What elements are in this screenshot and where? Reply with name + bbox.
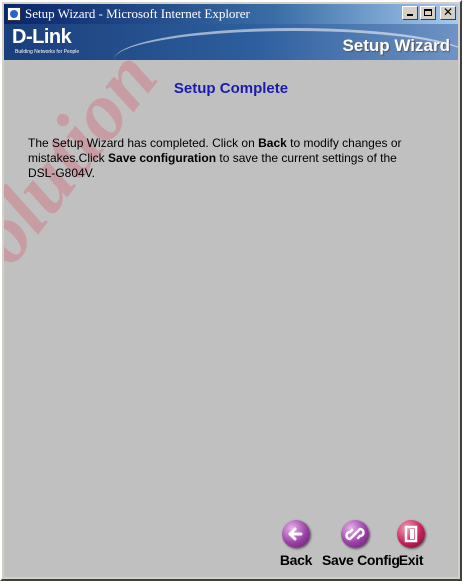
- exit-button[interactable]: Exit: [394, 520, 428, 568]
- exit-label: Exit: [398, 552, 424, 568]
- page-title: Setup Complete: [173, 80, 289, 97]
- maximize-icon: [424, 9, 432, 16]
- message-save-emphasis: Save configuration: [108, 151, 217, 165]
- message-text-1: The Setup Wizard has completed. Click on: [28, 136, 259, 150]
- title-bar[interactable]: Setup Wizard - Microsoft Internet Explor…: [4, 4, 458, 24]
- browser-window: Setup Wizard - Microsoft Internet Explor…: [0, 0, 462, 581]
- dlink-logo: D-Link: [12, 26, 72, 48]
- minimize-button[interactable]: [402, 6, 418, 20]
- back-arrow-icon: [282, 520, 310, 548]
- back-button[interactable]: Back: [278, 520, 314, 568]
- close-button[interactable]: ✕: [440, 5, 456, 20]
- watermark: Adsl Solution: [4, 60, 175, 450]
- header-banner: D-Link Building Networks for People Setu…: [4, 24, 458, 60]
- back-label: Back: [279, 552, 313, 568]
- completion-message: The Setup Wizard has completed. Click on…: [28, 136, 424, 181]
- ie-app-icon[interactable]: [7, 7, 21, 21]
- banner-title: Setup Wizard: [342, 36, 450, 55]
- window-title: Setup Wizard - Microsoft Internet Explor…: [25, 6, 250, 21]
- close-icon: ✕: [442, 5, 454, 19]
- save-config-button[interactable]: Save Config: [322, 520, 400, 568]
- window-controls: ✕: [402, 5, 456, 20]
- maximize-button[interactable]: [420, 6, 436, 20]
- logo-tagline: Building Networks for People: [15, 49, 80, 55]
- exit-door-icon: [397, 520, 425, 548]
- save-config-icon: [341, 520, 369, 548]
- message-back-emphasis: Back: [258, 136, 287, 150]
- wizard-content: Adsl Solution Setup Complete The Setup W…: [4, 60, 458, 577]
- minimize-icon: [407, 14, 413, 16]
- save-config-label: Save Config: [322, 552, 400, 568]
